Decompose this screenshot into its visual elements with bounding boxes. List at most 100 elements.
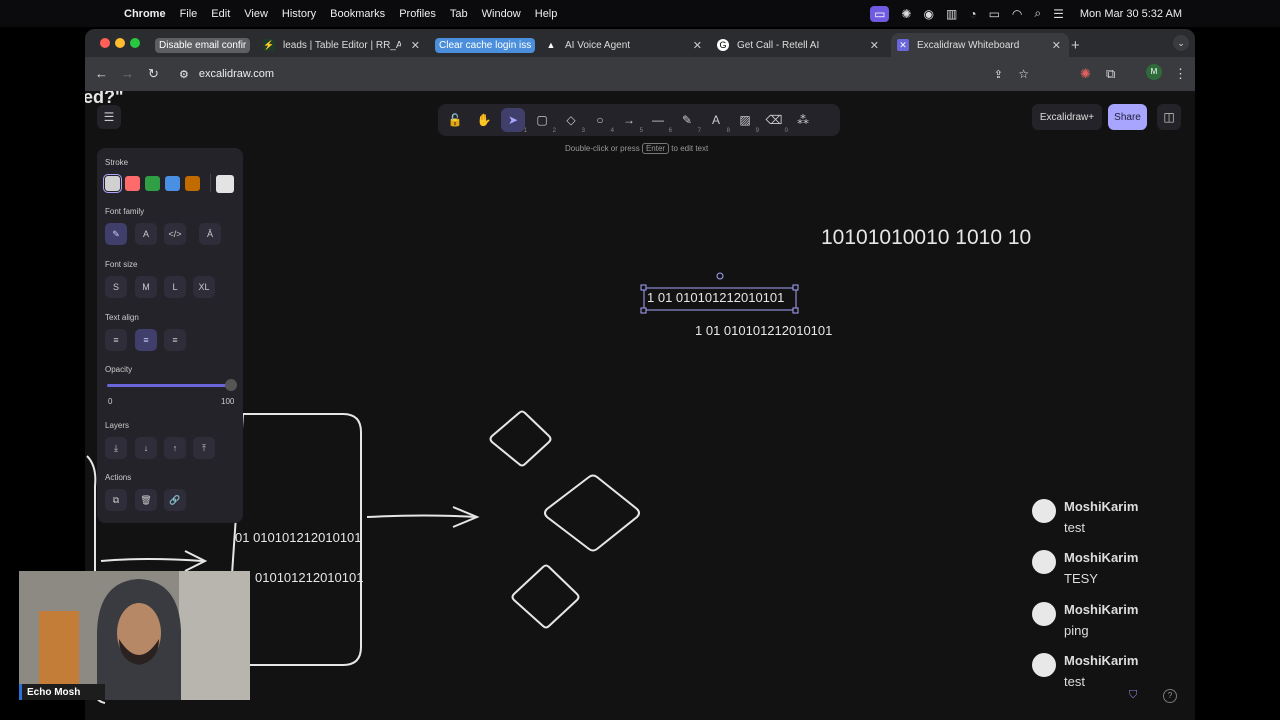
- eraser-tool[interactable]: ⌫ 0: [762, 108, 788, 134]
- rectangle-tool[interactable]: ▢ 2: [530, 108, 556, 134]
- tab-excalidraw[interactable]: ✕ Excalidraw Whiteboard ✕: [891, 33, 1069, 57]
- puzzle-icon[interactable]: ⧉: [1106, 66, 1115, 82]
- ellipse-tool[interactable]: ○ 4: [588, 108, 614, 134]
- line-tool[interactable]: —6: [646, 108, 672, 134]
- arrow-shape-1[interactable]: [100, 558, 204, 562]
- current-stroke-color[interactable]: [216, 175, 234, 193]
- draw-tool[interactable]: ✎ 7: [675, 108, 701, 134]
- canvas-text-left-2[interactable]: 010101212010101: [255, 570, 363, 585]
- install-icon[interactable]: ⇪: [994, 68, 1003, 81]
- share-button[interactable]: Share: [1108, 104, 1147, 130]
- address-bar[interactable]: ⚙ excalidraw.com ⇪ ☆: [169, 61, 1049, 87]
- font-size-m[interactable]: M: [135, 276, 157, 298]
- diamond-shape-1[interactable]: [489, 410, 552, 467]
- screen-record-icon[interactable]: ▭: [870, 5, 890, 22]
- canvas-text-binary-large[interactable]: 10101010010 1010 10: [821, 226, 1031, 250]
- close-window-button[interactable]: [100, 38, 110, 48]
- font-size-l[interactable]: L: [164, 276, 186, 298]
- font-more-button[interactable]: Ā: [199, 223, 221, 245]
- tab-email-confirm[interactable]: Disable email confir: [155, 33, 255, 57]
- font-size-s[interactable]: S: [105, 276, 127, 298]
- canvas-text-left-1[interactable]: 01 010101212010101: [235, 530, 362, 545]
- wifi-icon[interactable]: ◠: [1012, 7, 1022, 21]
- kebab-menu-icon[interactable]: ⋮: [1174, 66, 1187, 82]
- excalidraw-plus-button[interactable]: Excalidraw+: [1032, 104, 1102, 130]
- menu-bookmarks[interactable]: Bookmarks: [330, 8, 385, 20]
- library-button[interactable]: ◫: [1157, 104, 1181, 130]
- image-tool[interactable]: ▨ 9: [733, 108, 759, 134]
- bookmark-star-icon[interactable]: ☆: [1018, 67, 1029, 81]
- menu-file[interactable]: File: [180, 8, 198, 20]
- tab-supabase-leads[interactable]: ⚡ leads | Table Editor | RR_Agen ✕: [263, 33, 428, 57]
- send-backward-button[interactable]: ↓: [135, 437, 157, 459]
- opacity-slider-thumb[interactable]: [225, 379, 237, 391]
- profile-avatar[interactable]: M: [1146, 64, 1162, 80]
- stroke-swatch-1[interactable]: [125, 176, 140, 191]
- rotation-handle[interactable]: [716, 272, 724, 280]
- resize-handle[interactable]: [640, 284, 647, 291]
- drawing-layer[interactable]: [85, 91, 1195, 720]
- site-info-icon[interactable]: ⚙: [179, 68, 189, 81]
- stroke-swatch-3[interactable]: [165, 176, 180, 191]
- diamond-shape-2[interactable]: [544, 474, 640, 552]
- font-code-button[interactable]: </>: [164, 223, 186, 245]
- menu-history[interactable]: History: [282, 8, 316, 20]
- link-button[interactable]: 🔗: [164, 489, 186, 511]
- timemachine-icon[interactable]: ◔: [969, 7, 976, 21]
- menu-view[interactable]: View: [244, 8, 268, 20]
- new-tab-button[interactable]: +: [1071, 33, 1080, 57]
- tab-ai-voice-agent[interactable]: ▲ AI Voice Agent ✕: [545, 33, 710, 57]
- zoom-window-button[interactable]: [130, 38, 140, 48]
- minimize-window-button[interactable]: [115, 38, 125, 48]
- battery-icon[interactable]: ▭: [989, 7, 1000, 21]
- diamond-shape-3[interactable]: [511, 564, 580, 629]
- control-center-icon[interactable]: ☰: [1053, 7, 1064, 21]
- search-icon[interactable]: ⌕: [1034, 6, 1041, 21]
- diamond-tool[interactable]: ◇ 3: [559, 108, 585, 134]
- back-icon[interactable]: ←: [95, 66, 108, 81]
- menu-tab[interactable]: Tab: [450, 8, 468, 20]
- stats-icon[interactable]: ▥: [946, 7, 957, 21]
- align-right-button[interactable]: ≡: [164, 329, 186, 351]
- tab-clear-cache[interactable]: Clear cache login iss: [435, 33, 535, 57]
- stroke-swatch-4[interactable]: [185, 176, 200, 191]
- selection-tool[interactable]: ➤ 1: [501, 108, 527, 134]
- bring-to-front-button[interactable]: ⤒: [193, 437, 215, 459]
- forward-icon[interactable]: →: [121, 66, 134, 81]
- more-tools-button[interactable]: ⁂: [791, 108, 815, 132]
- arrow-tool[interactable]: → 5: [617, 108, 643, 134]
- text-tool[interactable]: A8: [704, 108, 730, 134]
- menubar-clock[interactable]: Mon Mar 30 5:32 AM: [1080, 8, 1182, 20]
- tab-search-icon[interactable]: ⌄: [1173, 35, 1189, 51]
- shield-icon[interactable]: ⛉: [1129, 689, 1137, 702]
- canvas-text-binary[interactable]: 1 01 010101212010101: [695, 323, 832, 338]
- close-tab-icon[interactable]: ✕: [411, 39, 420, 52]
- font-normal-button[interactable]: A: [135, 223, 157, 245]
- extension-icon[interactable]: ✺: [1080, 66, 1091, 82]
- excalidraw-canvas[interactable]: ed?" 10101010010 1010 10 1 01 0101012120…: [85, 91, 1195, 720]
- resize-handle[interactable]: [640, 307, 647, 314]
- menu-profiles[interactable]: Profiles: [399, 8, 436, 20]
- bring-forward-button[interactable]: ↑: [164, 437, 186, 459]
- main-menu-button[interactable]: ☰: [97, 105, 121, 129]
- font-size-xl[interactable]: XL: [193, 276, 215, 298]
- resize-handle[interactable]: [792, 284, 799, 291]
- gamepad-icon[interactable]: ◉: [923, 7, 933, 21]
- hand-tool[interactable]: ✋: [472, 108, 496, 132]
- stroke-swatch-0[interactable]: [103, 174, 122, 193]
- menu-edit[interactable]: Edit: [211, 8, 230, 20]
- menu-window[interactable]: Window: [482, 8, 521, 20]
- align-center-button[interactable]: ≡: [135, 329, 157, 351]
- delete-button[interactable]: 🗑: [135, 489, 157, 511]
- opacity-slider[interactable]: [107, 384, 231, 387]
- canvas-text-selected[interactable]: 1 01 010101212010101: [647, 290, 784, 305]
- align-left-button[interactable]: ≡: [105, 329, 127, 351]
- close-tab-icon[interactable]: ✕: [870, 39, 879, 52]
- brightness-icon[interactable]: ✺: [901, 7, 911, 21]
- lock-tool[interactable]: 🔓: [443, 108, 467, 132]
- menu-app-name[interactable]: Chrome: [124, 8, 166, 20]
- menu-help[interactable]: Help: [535, 8, 558, 20]
- font-handdrawn-button[interactable]: ✎: [105, 223, 127, 245]
- reload-icon[interactable]: ↻: [148, 66, 159, 82]
- close-tab-icon[interactable]: ✕: [1052, 39, 1061, 52]
